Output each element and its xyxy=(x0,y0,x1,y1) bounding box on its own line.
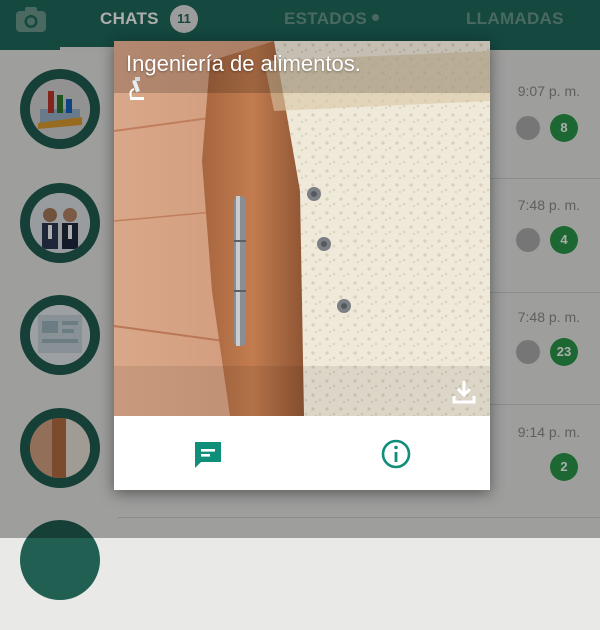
microscope-icon xyxy=(129,77,144,100)
info-icon[interactable] xyxy=(380,438,412,470)
profile-photo-dialog: Ingeniería de alimentos. xyxy=(114,41,490,490)
photo-title: Ingeniería de alimentos. xyxy=(126,51,361,101)
dialog-actions xyxy=(114,416,490,490)
download-icon[interactable] xyxy=(450,378,478,406)
message-icon[interactable] xyxy=(192,438,224,470)
profile-photo[interactable]: Ingeniería de alimentos. xyxy=(114,41,490,416)
